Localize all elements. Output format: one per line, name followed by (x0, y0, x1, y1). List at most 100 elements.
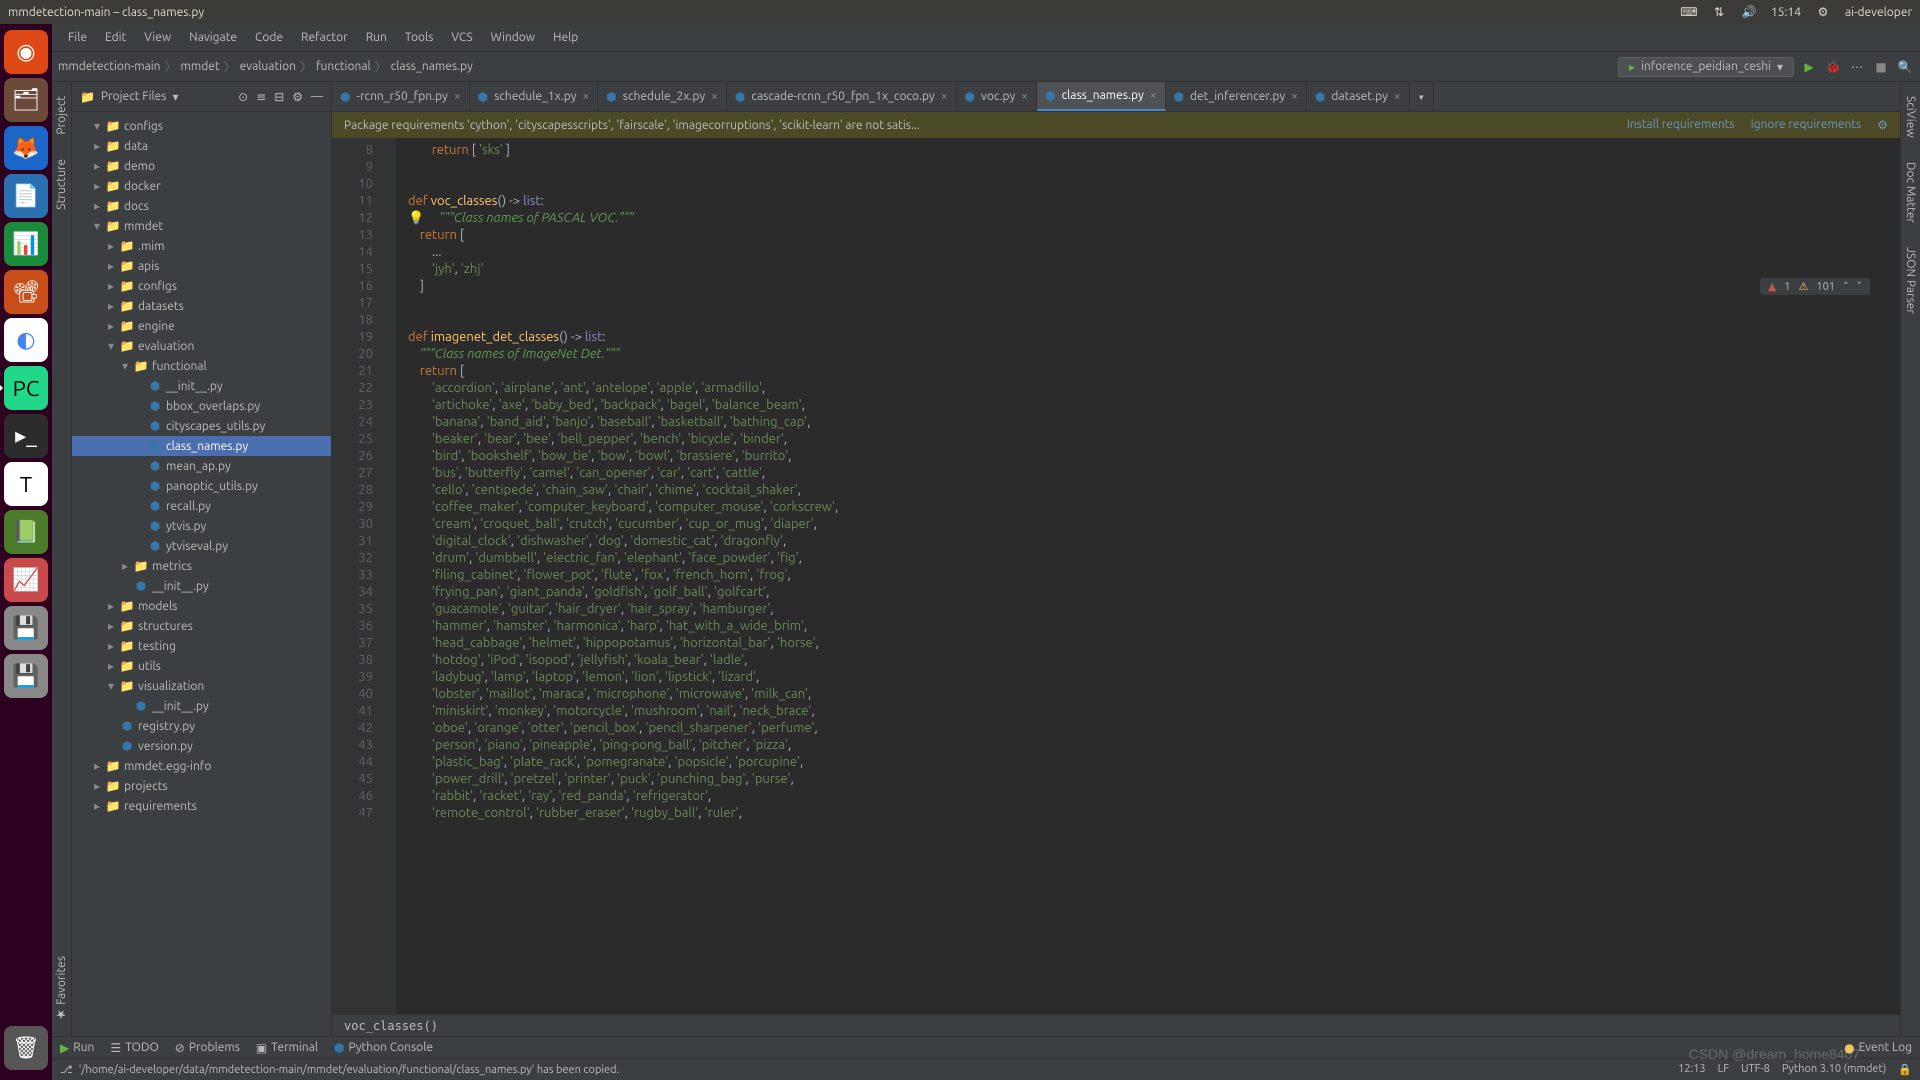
launcher-dash[interactable]: ◉ (4, 30, 48, 74)
menu-tools[interactable]: Tools (397, 29, 442, 46)
tree-item[interactable]: ▸📁metrics (72, 556, 331, 576)
code-editor[interactable]: ▲1 ⚠101 ˄ ˅ 8910111213141516171819202122… (332, 138, 1900, 1014)
tree-item[interactable]: ▾📁visualization (72, 676, 331, 696)
run-more-button[interactable]: ⋯ (1848, 58, 1866, 76)
volume-icon[interactable]: 🔊 (1741, 4, 1757, 20)
tree-item[interactable]: ▸📁docs (72, 196, 331, 216)
launcher-impress[interactable]: 📽 (4, 270, 48, 314)
tree-item[interactable]: ▸📁datasets (72, 296, 331, 316)
editor-tab[interactable]: ⬢voc.py× (957, 82, 1038, 111)
editor-tab[interactable]: ⬢schedule_1x.py× (470, 82, 599, 111)
tree-item[interactable]: ▸📁engine (72, 316, 331, 336)
launcher-terminal[interactable]: ▸_ (4, 414, 48, 458)
launcher-text[interactable]: T (4, 462, 48, 506)
close-icon[interactable]: × (1394, 90, 1401, 103)
install-requirements-link[interactable]: Install requirements (1627, 118, 1735, 132)
lock-icon[interactable]: 🔒 (1898, 1063, 1912, 1076)
chevron-down-icon[interactable]: ˅ (1857, 280, 1863, 293)
tree-item[interactable]: ▸📁utils (72, 656, 331, 676)
tree-item[interactable]: ⬢__init__.py (72, 696, 331, 716)
launcher-trash[interactable]: 🗑 (4, 1026, 48, 1070)
launcher-pycharm[interactable]: PC (4, 366, 48, 410)
tree-item[interactable]: ▸📁models (72, 596, 331, 616)
launcher-files[interactable]: 🗂 (4, 78, 48, 122)
menu-navigate[interactable]: Navigate (181, 29, 245, 46)
close-icon[interactable]: × (941, 90, 948, 103)
tree-item[interactable]: ⬢cityscapes_utils.py (72, 416, 331, 436)
launcher-chrome[interactable]: ◐ (4, 318, 48, 362)
close-icon[interactable]: × (1150, 89, 1157, 102)
gear-icon[interactable]: ⚙ (1877, 118, 1888, 132)
close-icon[interactable]: × (711, 90, 718, 103)
editor-tab[interactable]: ⬢cascade-rcnn_r50_fpn_1x_coco.py× (727, 82, 957, 111)
expand-icon[interactable]: ≡ (256, 90, 266, 104)
line-gutter[interactable]: 8910111213141516171819202122232425262728… (332, 138, 382, 1014)
tree-item[interactable]: ▾📁functional (72, 356, 331, 376)
tool-pyconsole[interactable]: ⬢Python Console (334, 1041, 433, 1055)
chevron-up-icon[interactable]: ˄ (1843, 280, 1849, 293)
network-icon[interactable]: ⇅ (1711, 4, 1727, 20)
menu-run[interactable]: Run (358, 29, 395, 46)
ignore-requirements-link[interactable]: Ignore requirements (1751, 118, 1862, 132)
tool-todo[interactable]: ☰TODO (110, 1041, 158, 1055)
menu-help[interactable]: Help (545, 29, 586, 46)
gear-icon[interactable]: ⚙ (292, 90, 303, 104)
editor-tab[interactable]: ⬢schedule_2x.py× (598, 82, 727, 111)
chevron-down-icon[interactable]: ▾ (172, 90, 178, 104)
editor-tab[interactable]: ⬢det_inferencer.py× (1166, 82, 1307, 111)
launcher-disk2[interactable]: 💾 (4, 654, 48, 698)
tool-run[interactable]: ▶Run (60, 1041, 94, 1055)
tree-item[interactable]: ▸📁docker (72, 176, 331, 196)
close-icon[interactable]: × (1021, 90, 1028, 103)
hide-icon[interactable]: — (311, 90, 323, 104)
tree-item[interactable]: ▸📁.mim (72, 236, 331, 256)
tree-item[interactable]: ▸📁structures (72, 616, 331, 636)
tree-item[interactable]: ▸📁requirements (72, 796, 331, 816)
tool-problems[interactable]: ⊘Problems (175, 1041, 240, 1055)
keyboard-icon[interactable]: ⌨ (1681, 4, 1697, 20)
launcher-calc[interactable]: 📊 (4, 222, 48, 266)
project-tree[interactable]: ▾📁configs▸📁data▸📁demo▸📁docker▸📁docs▾📁mmd… (72, 112, 331, 1036)
tool-sciview[interactable]: SciView (1902, 90, 1919, 144)
tool-docmatter[interactable]: Doc Matter (1902, 156, 1919, 229)
gear-icon[interactable]: ⚙ (1815, 4, 1831, 20)
tree-item[interactable]: ⬢class_names.py (72, 436, 331, 456)
debug-button[interactable]: 🐞 (1824, 58, 1842, 76)
tree-item[interactable]: ▸📁testing (72, 636, 331, 656)
fold-gutter[interactable] (382, 138, 396, 1014)
tree-item[interactable]: ▸📁apis (72, 256, 331, 276)
launcher-writer[interactable]: 📄 (4, 174, 48, 218)
launcher-book[interactable]: 📗 (4, 510, 48, 554)
launcher-firefox[interactable]: 🦊 (4, 126, 48, 170)
user-label[interactable]: ai-developer (1845, 6, 1912, 19)
menu-view[interactable]: View (136, 29, 179, 46)
tree-item[interactable]: ⬢mean_ap.py (72, 456, 331, 476)
vcs-icon[interactable]: ⎇ (60, 1063, 73, 1076)
tree-item[interactable]: ⬢ytvis.py (72, 516, 331, 536)
close-icon[interactable]: × (582, 90, 589, 103)
tree-item[interactable]: ▾📁evaluation (72, 336, 331, 356)
menu-code[interactable]: Code (247, 29, 291, 46)
tree-item[interactable]: ⬢ytviseval.py (72, 536, 331, 556)
editor-tab[interactable]: ⬢class_names.py× (1037, 82, 1165, 111)
project-heading[interactable]: Project Files (101, 90, 167, 103)
tree-item[interactable]: ⬢panoptic_utils.py (72, 476, 331, 496)
tree-item[interactable]: ⬢__init__.py (72, 576, 331, 596)
editor-tab[interactable]: ⬢-rcnn_r50_fpn.py× (332, 82, 470, 111)
search-icon[interactable]: 🔍 (1896, 58, 1914, 76)
tree-item[interactable]: ▸📁data (72, 136, 331, 156)
inspection-widget[interactable]: ▲1 ⚠101 ˄ ˅ (1760, 278, 1870, 295)
editor-breadcrumb[interactable]: voc_classes() (332, 1014, 1900, 1036)
tree-item[interactable]: ▸📁mmdet.egg-info (72, 756, 331, 776)
menu-window[interactable]: Window (483, 29, 543, 46)
tool-structure[interactable]: Structure (53, 153, 70, 216)
tree-item[interactable]: ▸📁projects (72, 776, 331, 796)
tool-terminal[interactable]: ▣Terminal (256, 1041, 318, 1055)
tree-item[interactable]: ▾📁mmdet (72, 216, 331, 236)
tool-project[interactable]: Project (53, 90, 70, 141)
tree-item[interactable]: ⬢__init__.py (72, 376, 331, 396)
interpreter[interactable]: Python 3.10 (mmdet) (1782, 1063, 1886, 1076)
breadcrumb[interactable]: mmdetection-main〉mmdet〉evaluation〉functi… (58, 58, 473, 75)
tabs-dropdown[interactable]: ▾ (1410, 82, 1434, 111)
tree-item[interactable]: ⬢recall.py (72, 496, 331, 516)
